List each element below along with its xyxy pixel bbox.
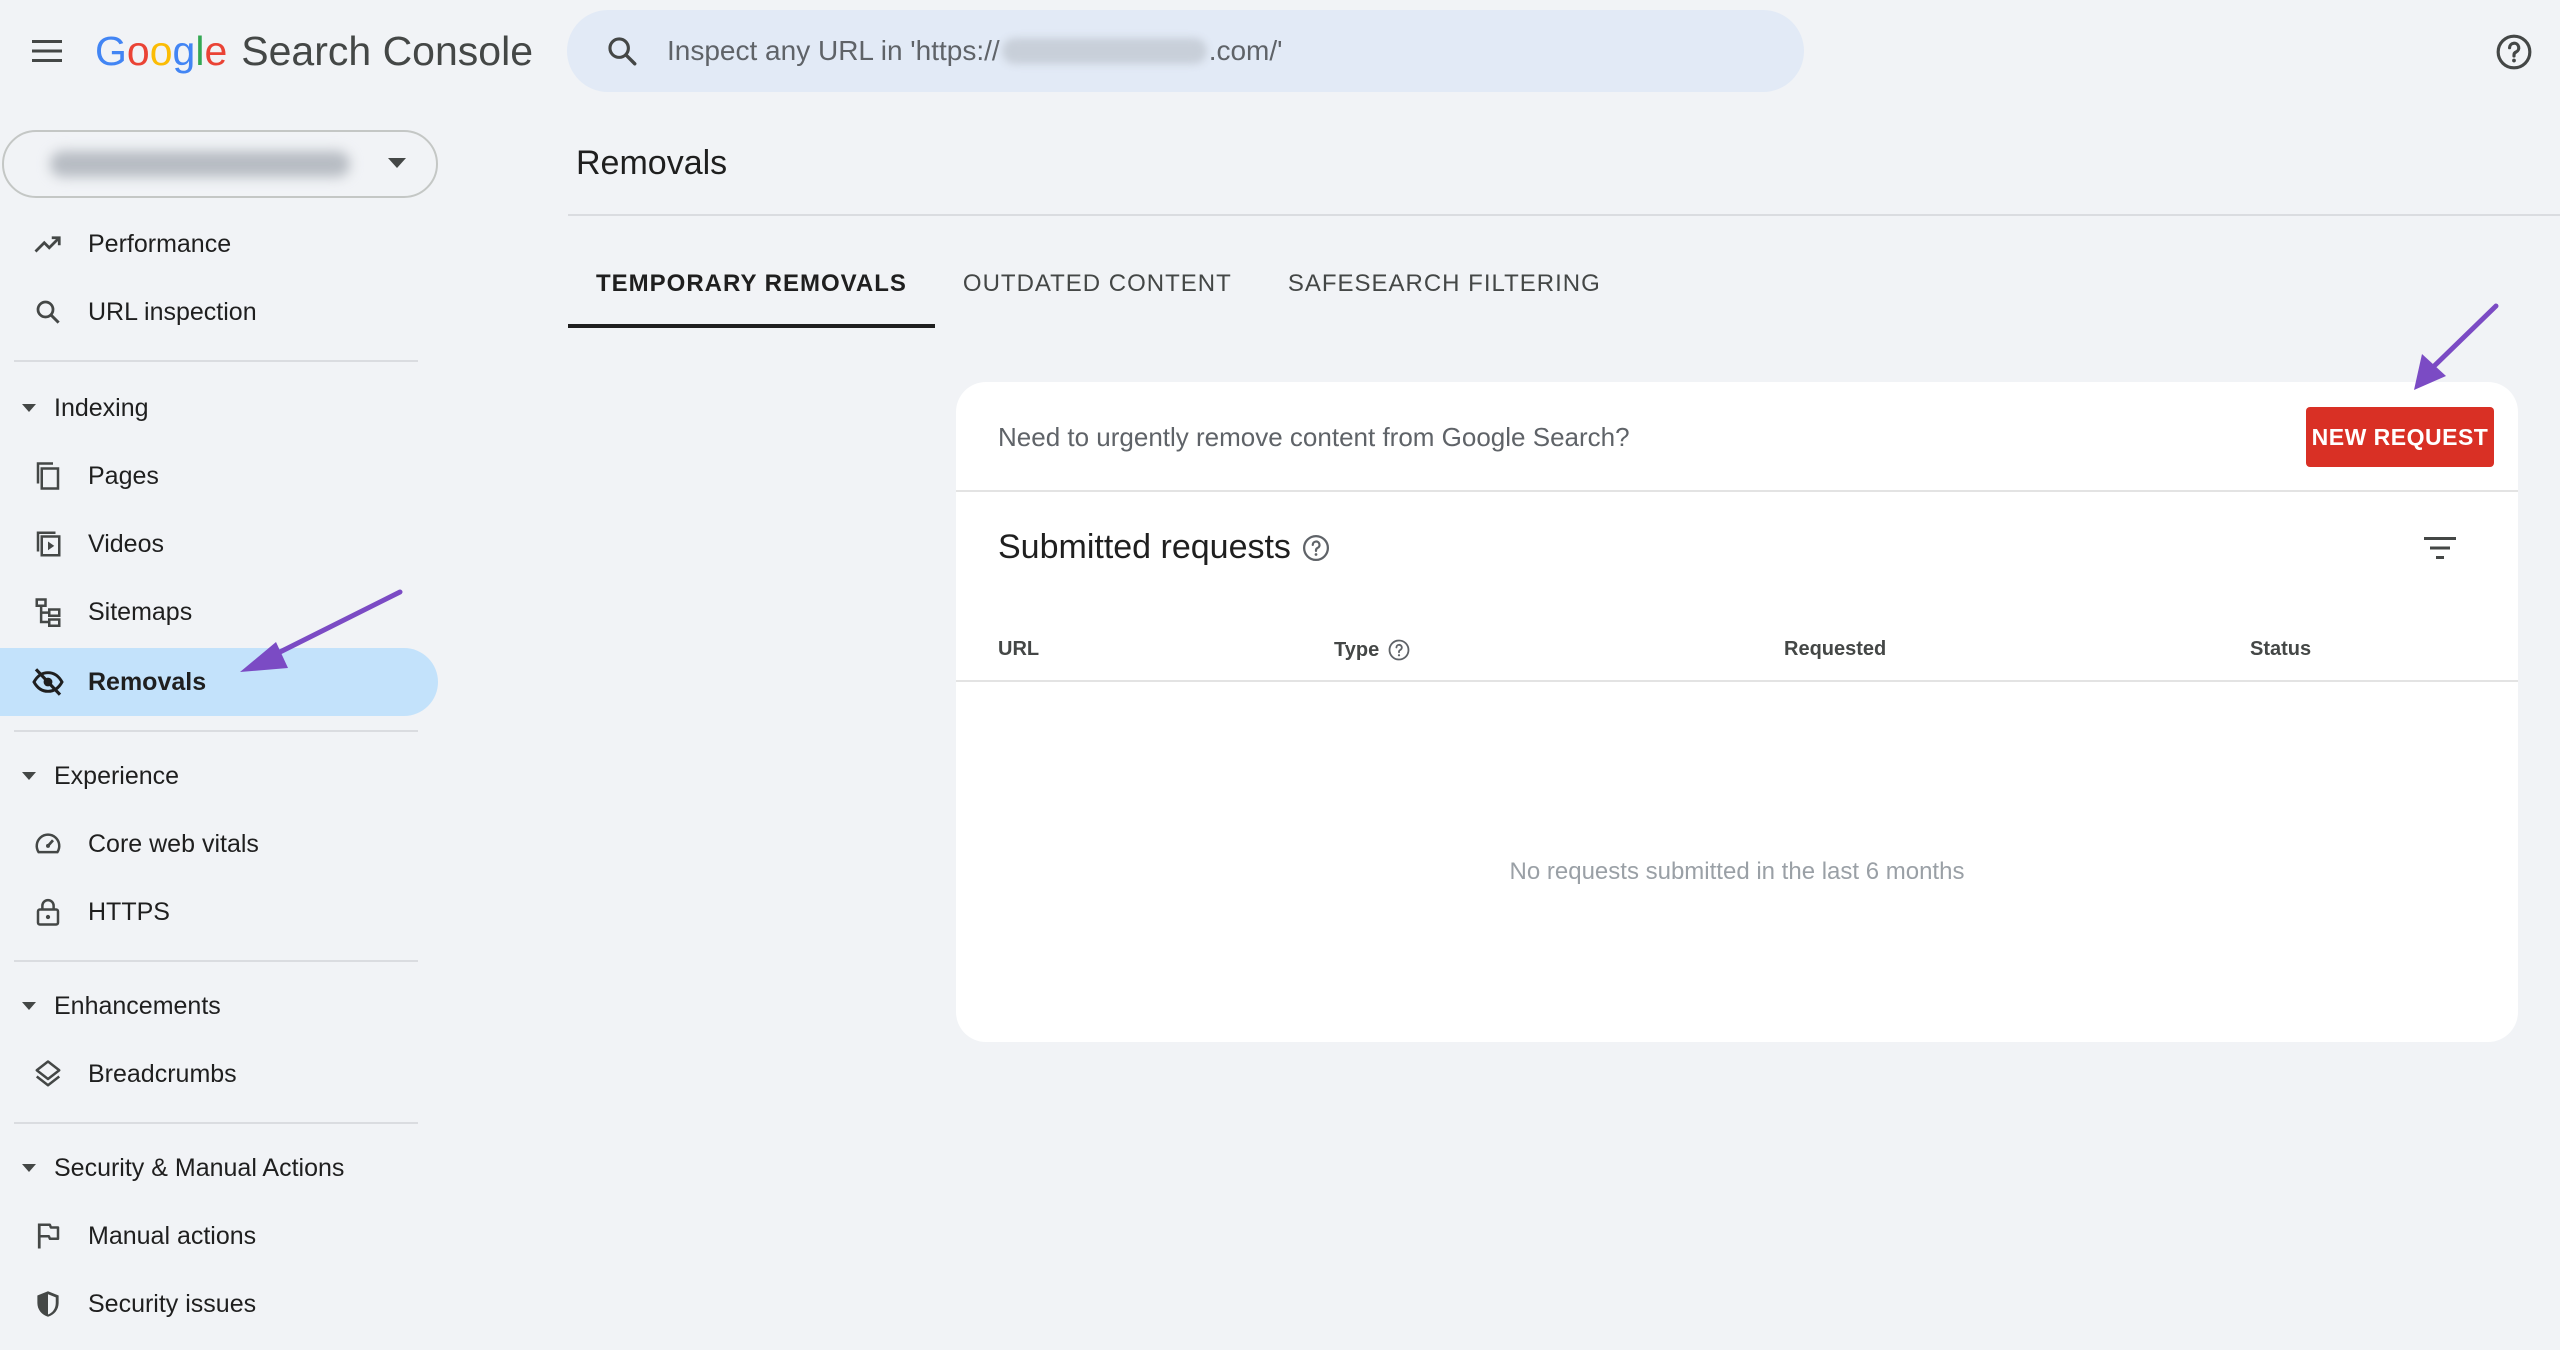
column-header-url[interactable]: URL	[998, 638, 1039, 661]
search-icon	[28, 292, 68, 332]
section-indexing[interactable]: Indexing	[0, 378, 438, 438]
tab-temporary-removals[interactable]: TEMPORARY REMOVALS	[568, 240, 935, 328]
page-title: Removals	[576, 144, 728, 182]
new-request-button[interactable]: NEW REQUEST	[2306, 407, 2494, 467]
annotation-arrow-new-request	[2414, 303, 2499, 390]
shield-icon	[28, 1284, 68, 1324]
submitted-requests-heading: Submitted requests	[998, 528, 1331, 567]
sidebar-item-https[interactable]: HTTPS	[0, 878, 438, 946]
sidebar-item-breadcrumbs[interactable]: Breadcrumbs	[0, 1040, 438, 1108]
search-icon	[597, 26, 647, 76]
pages-icon	[28, 456, 68, 496]
caret-down-icon	[22, 404, 36, 412]
caret-down-icon	[22, 772, 36, 780]
tab-safesearch-filtering[interactable]: SAFESEARCH FILTERING	[1260, 240, 1629, 328]
property-selector[interactable]	[2, 130, 438, 198]
sidebar-item-core-web-vitals[interactable]: Core web vitals	[0, 810, 438, 878]
url-inspect-search[interactable]: Inspect any URL in 'https://.com/'	[567, 10, 1804, 92]
sidebar: Performance URL inspection Indexing Page…	[0, 104, 440, 1350]
help-circle-icon[interactable]	[1301, 533, 1331, 563]
removal-prompt: Need to urgently remove content from Goo…	[998, 422, 1630, 452]
sidebar-item-pages[interactable]: Pages	[0, 442, 438, 510]
videos-icon	[28, 524, 68, 564]
search-placeholder[interactable]: Inspect any URL in 'https://.com/'	[667, 35, 1283, 67]
divider	[14, 960, 418, 962]
divider	[14, 730, 418, 732]
help-circle-icon[interactable]	[1387, 638, 1411, 662]
caret-down-icon	[22, 1002, 36, 1010]
column-header-requested[interactable]: Requested	[1784, 638, 1886, 661]
card-header: Need to urgently remove content from Goo…	[956, 382, 2518, 492]
divider	[14, 360, 418, 362]
layers-icon	[28, 1054, 68, 1094]
chevron-down-icon	[388, 158, 406, 168]
top-bar: Google Search Console Inspect any URL in…	[0, 0, 2560, 104]
tab-outdated-content[interactable]: OUTDATED CONTENT	[935, 240, 1260, 328]
google-search-console-logo[interactable]: Google Search Console	[95, 28, 533, 75]
filter-icon[interactable]	[2414, 522, 2466, 574]
caret-down-icon	[22, 1164, 36, 1172]
menu-icon[interactable]	[22, 26, 72, 76]
sidebar-item-videos[interactable]: Videos	[0, 510, 438, 578]
divider	[568, 214, 2560, 216]
redacted-domain	[1001, 38, 1207, 64]
removals-card: Need to urgently remove content from Goo…	[956, 382, 2518, 1042]
sitemap-icon	[28, 592, 68, 632]
section-security-manual-actions[interactable]: Security & Manual Actions	[0, 1138, 438, 1198]
gauge-icon	[28, 824, 68, 864]
annotation-arrow-removals	[240, 589, 403, 672]
redacted-property-name	[50, 151, 350, 177]
sidebar-item-performance[interactable]: Performance	[0, 210, 438, 278]
lock-icon	[28, 892, 68, 932]
section-enhancements[interactable]: Enhancements	[0, 976, 438, 1036]
section-experience[interactable]: Experience	[0, 746, 438, 806]
trending-up-icon	[28, 224, 68, 264]
sidebar-item-manual-actions[interactable]: Manual actions	[0, 1202, 438, 1270]
column-header-type[interactable]: Type	[1334, 638, 1411, 662]
sidebar-item-url-inspection[interactable]: URL inspection	[0, 278, 438, 346]
google-wordmark: Google	[95, 28, 228, 74]
column-header-status[interactable]: Status	[2250, 638, 2311, 661]
empty-state-message: No requests submitted in the last 6 mont…	[1509, 858, 1965, 885]
flag-icon	[28, 1216, 68, 1256]
tab-bar: TEMPORARY REMOVALS OUTDATED CONTENT SAFE…	[568, 240, 1629, 328]
help-icon[interactable]	[2490, 28, 2538, 76]
eye-off-icon	[28, 662, 68, 702]
divider	[14, 1122, 418, 1124]
product-name: Search Console	[241, 28, 533, 74]
table-header: URL Type Requested Status	[956, 630, 2518, 682]
sidebar-item-security-issues[interactable]: Security issues	[0, 1270, 438, 1338]
